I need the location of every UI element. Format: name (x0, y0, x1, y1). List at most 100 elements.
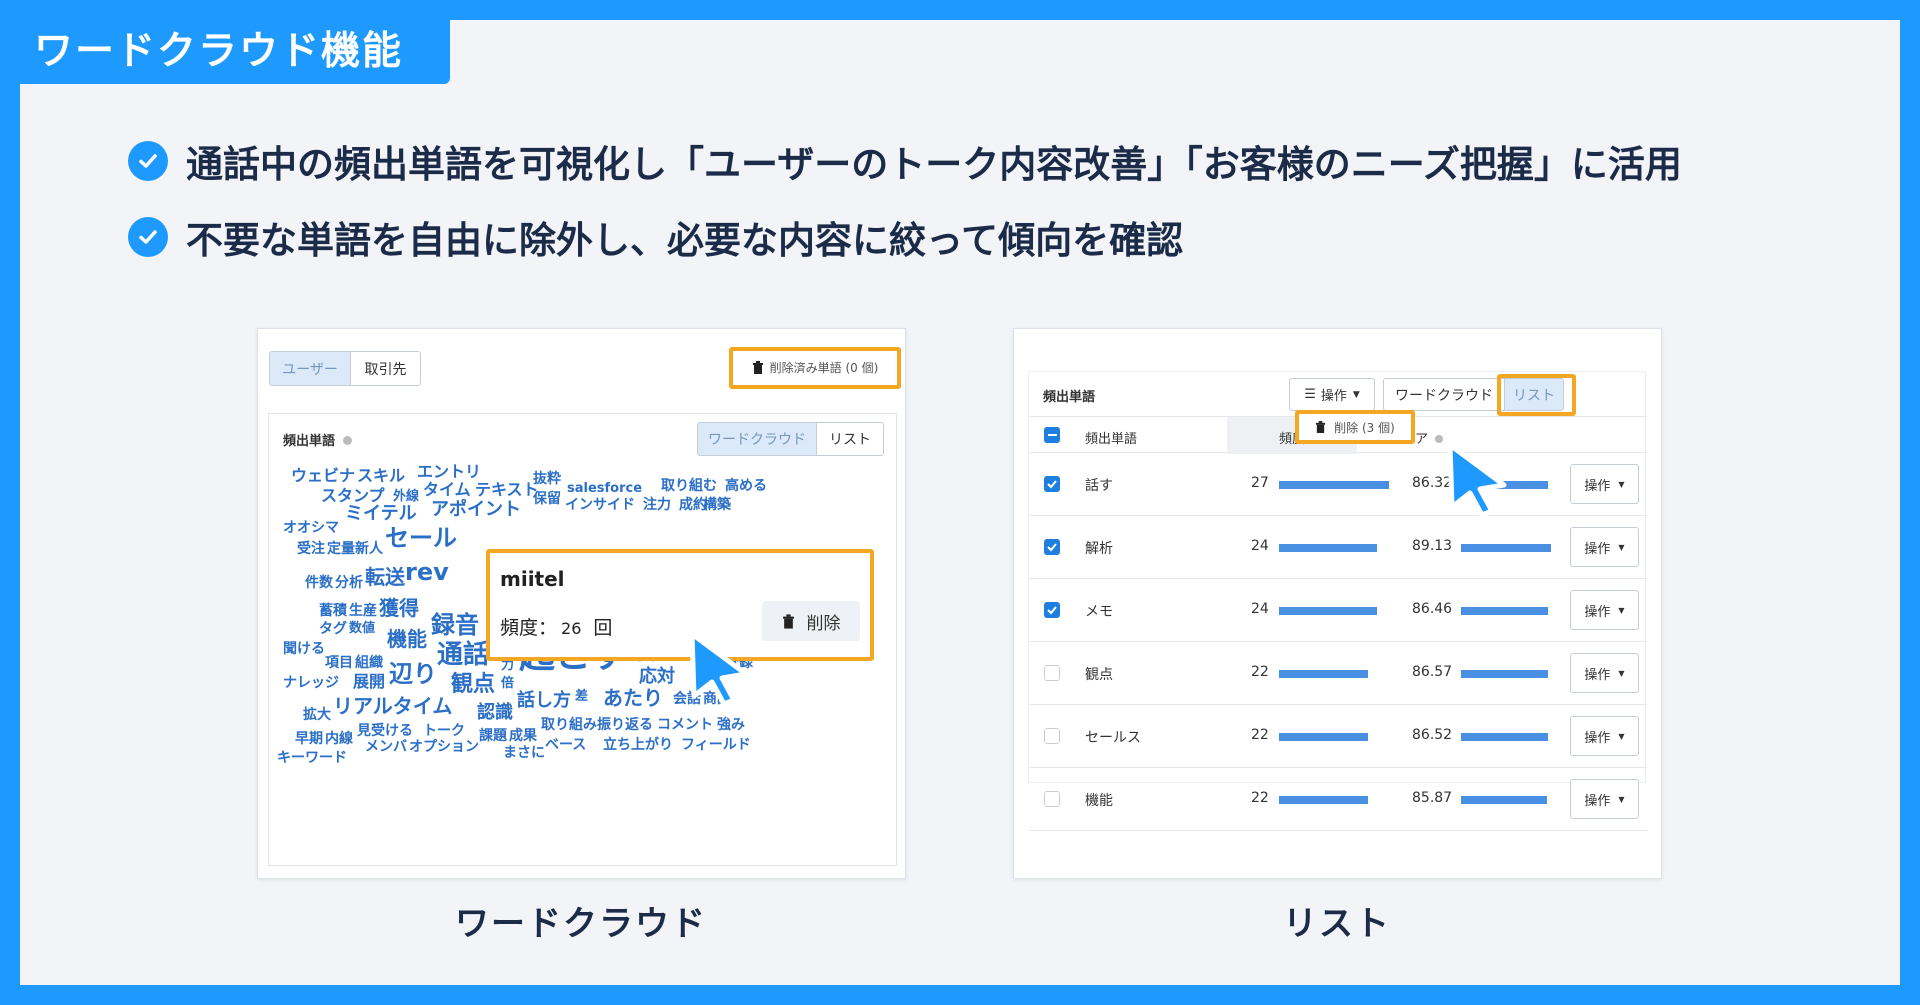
word-cloud-word[interactable]: エントリ (417, 464, 481, 480)
word-cloud-word[interactable]: 組織 (355, 656, 383, 670)
word-cloud-word[interactable]: リアルタイム (333, 696, 452, 716)
word-cloud-word[interactable]: 受注 (297, 542, 325, 556)
word-cloud-word[interactable]: テキスト (475, 482, 539, 498)
frequency-bar (1279, 733, 1368, 741)
word-cloud-word[interactable]: トーク (423, 724, 465, 738)
word-cloud-word[interactable]: 転送 (365, 567, 405, 587)
row-checkbox[interactable] (1044, 476, 1060, 492)
word-cloud-word[interactable]: タグ (319, 622, 347, 636)
word-cloud-word[interactable]: 観点 (451, 674, 495, 696)
word-cloud-word[interactable]: 新人 (355, 542, 383, 556)
bullet-text: 不要な単語を自由に除外し、必要な内容に絞って傾向を確認 (186, 219, 1184, 262)
row-operations-button[interactable]: 操作 ▼ (1570, 527, 1639, 567)
word-cloud-word[interactable]: セール (385, 526, 457, 550)
tab-client[interactable]: 取引先 (350, 351, 421, 386)
word-cloud-word[interactable]: インサイド (565, 498, 635, 512)
word-cloud-word[interactable]: 認識 (477, 704, 513, 722)
word-cloud-word[interactable]: フィールド (681, 738, 751, 752)
word-cloud-word[interactable]: オオシマ (283, 521, 339, 535)
word-cloud-word[interactable]: オプション (409, 740, 479, 754)
word-cloud-word[interactable]: ウェビナ (291, 468, 355, 484)
word-cloud: ウェビナ スキル エントリ 抜粋 salesforce 取り組む 高める スタンプ 外線 タイムテ… (269, 464, 898, 864)
row-checkbox[interactable] (1044, 539, 1060, 555)
word-cloud-word[interactable]: 取り組み (541, 718, 597, 732)
word-cloud-word[interactable]: 数値 (349, 622, 375, 635)
word-cloud-word[interactable]: 内線 (325, 732, 353, 746)
row-operations-button[interactable]: 操作 ▼ (1570, 716, 1639, 756)
row-score: 86.52 (1412, 727, 1453, 743)
word-cloud-word[interactable]: 分析 (335, 576, 363, 590)
table-row: 観点 22 86.57 操作 ▼ (1029, 642, 1647, 705)
word-cloud-word[interactable]: 通話 (437, 642, 489, 668)
word-cloud-word[interactable]: 保留 (533, 492, 561, 506)
word-cloud-word[interactable]: 差 (575, 690, 588, 703)
word-cloud-word[interactable]: メンバ (365, 740, 407, 754)
column-word: 頻出単語 (1085, 432, 1138, 447)
word-cloud-word[interactable]: 項目 (325, 656, 353, 670)
row-operations-button[interactable]: 操作 ▼ (1570, 653, 1639, 693)
table-row: メモ 24 86.46 操作 ▼ (1029, 579, 1647, 642)
word-cloud-word[interactable]: 機能 (387, 629, 427, 649)
operations-button[interactable]: ☰ 操作 ▼ (1289, 378, 1375, 411)
word-cloud-word[interactable]: ベース (545, 738, 586, 752)
word-cloud-word[interactable]: あたり (603, 688, 663, 708)
word-cloud-word[interactable]: まさに (503, 746, 545, 760)
list-view-highlight (1497, 374, 1576, 416)
word-cloud-word[interactable]: 件数 (305, 576, 333, 590)
word-cloud-word[interactable]: 見受ける (357, 724, 413, 738)
word-cloud-word[interactable]: ナレッジ (283, 676, 339, 690)
word-cloud-word[interactable]: 取り組む (661, 479, 717, 493)
section-title: 頻出単語 (1043, 390, 1096, 405)
word-cloud-word[interactable]: rev (405, 560, 449, 584)
word-cloud-word[interactable]: アポイント (431, 501, 521, 519)
tab-user[interactable]: ユーザー (269, 351, 351, 386)
word-cloud-word[interactable]: 拡大 (303, 708, 331, 722)
word-cloud-word[interactable]: キーワード (277, 751, 347, 765)
row-word: 話す (1085, 478, 1113, 494)
word-cloud-word[interactable]: 応対 (639, 668, 675, 686)
view-wordcloud-button[interactable]: ワードクラウド (697, 422, 817, 456)
word-cloud-word[interactable]: 展開 (353, 674, 385, 690)
row-checkbox[interactable] (1044, 602, 1060, 618)
view-wordcloud-button[interactable]: ワードクラウド (1383, 378, 1505, 411)
word-cloud-word[interactable]: 話し方 (517, 692, 571, 710)
row-operations-button[interactable]: 操作 ▼ (1570, 779, 1639, 819)
word-cloud-word[interactable]: 早期 (295, 732, 323, 746)
word-cloud-word[interactable]: スタンプ (321, 488, 385, 504)
word-cloud-word[interactable]: 外線 (393, 490, 419, 503)
word-cloud-word[interactable]: 強み (717, 718, 745, 732)
word-cloud-word[interactable]: 定量 (327, 542, 355, 556)
row-operations-button[interactable]: 操作 ▼ (1570, 464, 1639, 504)
word-cloud-word[interactable]: 聞ける (283, 642, 325, 656)
tooltip-delete-button[interactable]: 削除 (762, 601, 860, 641)
word-cloud-word[interactable]: 辺り (389, 662, 437, 686)
word-cloud-word[interactable]: 録音 (431, 613, 479, 637)
score-bar (1461, 670, 1548, 678)
row-checkbox[interactable] (1044, 665, 1060, 681)
word-cloud-word[interactable]: タイム (423, 482, 471, 498)
caret-down-icon: ▼ (1618, 794, 1625, 804)
word-cloud-word[interactable]: スキル (357, 468, 405, 484)
word-cloud-word[interactable]: 蓄積 (319, 604, 347, 618)
row-checkbox[interactable] (1044, 728, 1060, 744)
word-cloud-word[interactable]: コメント (657, 718, 713, 732)
view-list-button[interactable]: リスト (816, 422, 884, 456)
word-cloud-word[interactable]: 振り返る (597, 718, 653, 732)
word-cloud-word[interactable]: ミイテル (345, 505, 417, 523)
word-cloud-word[interactable]: salesforce (567, 482, 642, 495)
word-cloud-word[interactable]: 高める (725, 479, 767, 493)
word-cloud-word[interactable]: 生産 (349, 604, 377, 618)
word-cloud-word[interactable]: 倍 (501, 677, 514, 690)
frequency-bar (1279, 670, 1368, 678)
row-operations-button[interactable]: 操作 ▼ (1570, 590, 1639, 630)
delete-dropdown-item[interactable]: 削除 (3 個) (1295, 410, 1415, 444)
row-checkbox[interactable] (1044, 791, 1060, 807)
word-cloud-word[interactable]: 立ち上がり (603, 738, 673, 752)
select-all-checkbox[interactable] (1044, 427, 1060, 443)
word-cloud-word[interactable]: 構築 (703, 498, 731, 512)
word-cloud-word[interactable]: 課題 (479, 729, 507, 743)
row-word: 解析 (1085, 541, 1113, 557)
word-cloud-word[interactable]: 成果 (509, 729, 537, 743)
word-cloud-word[interactable]: 獲得 (379, 598, 419, 618)
word-cloud-word[interactable]: 注力 (643, 498, 671, 512)
